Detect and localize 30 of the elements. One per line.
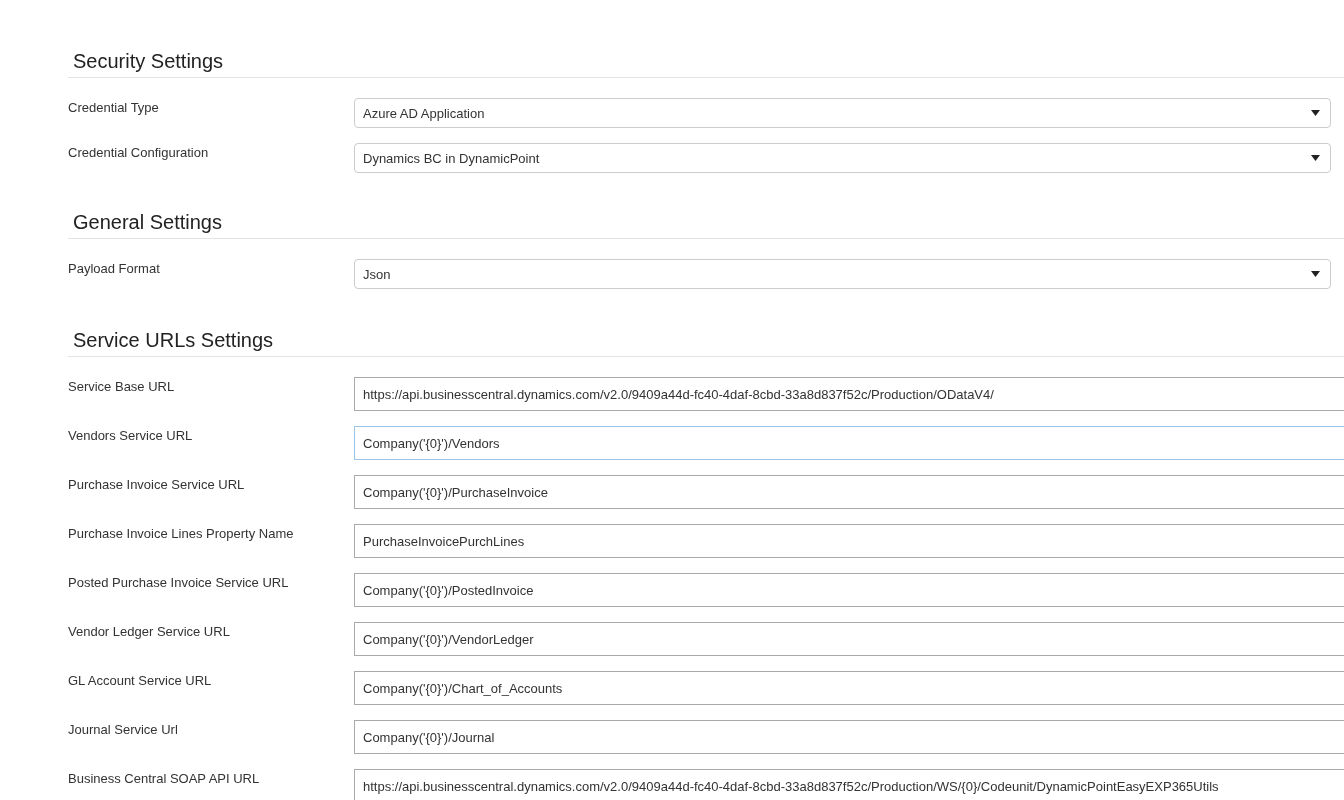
input-field[interactable]: PurchaseInvoicePurchLines [354, 524, 1344, 558]
field-label: Service Base URL [68, 378, 176, 394]
dropdown-select[interactable]: Dynamics BC in DynamicPoint [354, 143, 1331, 173]
caret-icon [1311, 110, 1320, 116]
input-field[interactable]: Company('{0}')/PostedInvoice [354, 573, 1344, 607]
field-label: Payload Format [68, 260, 161, 276]
field-label: Purchase Invoice Lines Property Name [68, 525, 295, 541]
input-field[interactable]: https://api.businesscentral.dynamics.com/v2.0/9409a44d-fc40-4daf-8cbd-33a8d837f52c/Production/WS/{0}/Codeunit/DynamicPointEasyEXP365Utils [354, 769, 1344, 800]
input-field[interactable]: Company('{0}')/Chart_of_Accounts [354, 671, 1344, 705]
dropdown-select[interactable]: Azure AD Application [354, 98, 1331, 128]
field-label: Vendors Service URL [68, 427, 194, 443]
caret-icon [1311, 271, 1320, 277]
input-field[interactable]: Company('{0}')/Vendors [354, 426, 1344, 460]
field-label: Journal Service Url [68, 721, 179, 737]
input-field[interactable]: https://api.businesscentral.dynamics.com/v2.0/9409a44d-fc40-4daf-8cbd-33a8d837f52c/Production/ODataV4/ [354, 377, 1344, 411]
caret-icon [1311, 155, 1320, 161]
field-label: Vendor Ledger Service URL [68, 623, 231, 639]
field-label: Credential Type [68, 99, 160, 115]
dropdown-select[interactable]: Json [354, 259, 1331, 289]
field-label: Business Central SOAP API URL [68, 770, 261, 786]
input-field[interactable]: Company('{0}')/PurchaseInvoice [354, 475, 1344, 509]
section-heading: General Settings [68, 209, 1344, 239]
section-heading: Security Settings [68, 48, 1344, 78]
input-field[interactable]: Company('{0}')/Journal [354, 720, 1344, 754]
field-label: Credential Configuration [68, 144, 210, 160]
section-heading: Service URLs Settings [68, 327, 1344, 357]
field-label: GL Account Service URL [68, 672, 213, 688]
input-field[interactable]: Company('{0}')/VendorLedger [354, 622, 1344, 656]
field-label: Posted Purchase Invoice Service URL [68, 574, 290, 590]
field-label: Purchase Invoice Service URL [68, 476, 246, 492]
